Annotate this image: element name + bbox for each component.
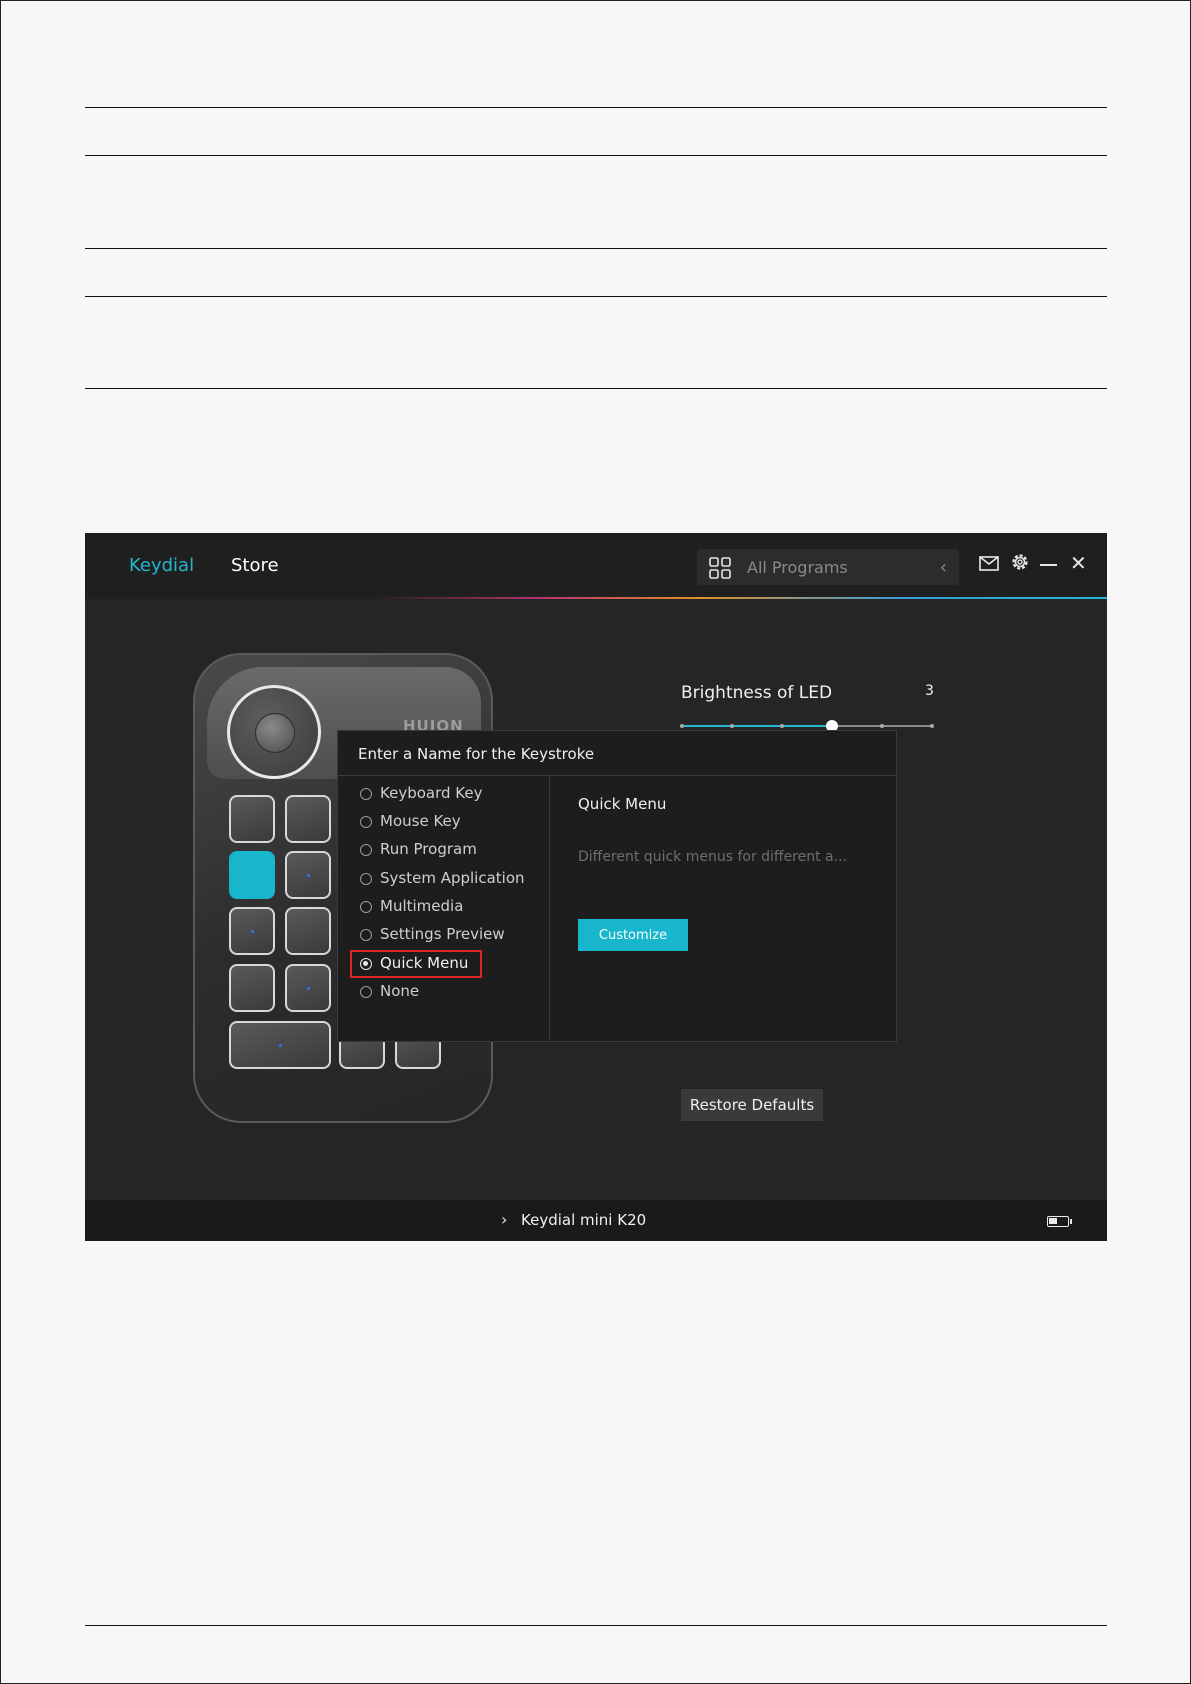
detail-title: Quick Menu xyxy=(578,795,667,813)
table-rule xyxy=(85,296,1107,297)
detail-description: Different quick menus for different a... xyxy=(578,849,847,865)
device-key[interactable] xyxy=(229,795,275,843)
battery-icon xyxy=(1047,1216,1069,1227)
title-bar: Keydial Store All Programs ‹ ✕ xyxy=(85,533,1107,597)
key-indicator-dot xyxy=(307,987,310,990)
key-indicator-dot xyxy=(307,874,310,877)
dialog-title: Enter a Name for the Keystroke xyxy=(358,745,595,763)
slider-fill xyxy=(682,725,832,727)
dial[interactable] xyxy=(227,685,321,779)
slider-tick xyxy=(780,724,784,728)
tab-store[interactable]: Store xyxy=(231,555,279,576)
option-label: Settings Preview xyxy=(380,925,505,943)
chevron-left-icon[interactable]: ‹ xyxy=(940,557,947,578)
led-brightness-slider[interactable] xyxy=(680,720,934,732)
grid-icon xyxy=(709,557,731,579)
key-indicator-dot xyxy=(279,1044,282,1047)
radio-icon xyxy=(360,816,372,828)
slider-tick xyxy=(930,724,934,728)
keydial-app-window: Keydial Store All Programs ‹ ✕ HUION Bri… xyxy=(85,533,1107,1241)
gear-icon[interactable] xyxy=(1010,552,1030,572)
option-label: Mouse Key xyxy=(380,812,461,830)
restore-defaults-button[interactable]: Restore Defaults xyxy=(681,1089,823,1121)
radio-icon xyxy=(360,929,372,941)
minimize-icon[interactable] xyxy=(1040,564,1057,566)
device-key[interactable] xyxy=(285,795,331,843)
dialog-vertical-divider xyxy=(549,776,550,1042)
option-label: Multimedia xyxy=(380,897,464,915)
device-key[interactable] xyxy=(229,1021,331,1069)
device-key[interactable] xyxy=(229,964,275,1012)
radio-icon xyxy=(360,901,372,913)
status-bar: › Keydial mini K20 xyxy=(85,1200,1107,1241)
tab-keydial[interactable]: Keydial xyxy=(129,555,194,576)
table-rule xyxy=(85,155,1107,156)
device-key[interactable] xyxy=(285,964,331,1012)
radio-icon xyxy=(360,873,372,885)
option-label: Run Program xyxy=(380,840,477,858)
battery-tip xyxy=(1070,1219,1072,1224)
led-brightness-value: 3 xyxy=(925,683,934,699)
slider-tick xyxy=(730,724,734,728)
led-brightness-label: Brightness of LED xyxy=(681,683,833,703)
chevron-right-icon[interactable]: › xyxy=(501,1210,507,1229)
table-rule xyxy=(85,248,1107,249)
device-key[interactable] xyxy=(285,907,331,955)
slider-tick xyxy=(880,724,884,728)
option-label: Keyboard Key xyxy=(380,784,483,802)
slider-tick xyxy=(680,724,684,728)
device-key[interactable] xyxy=(229,907,275,955)
keystroke-dialog: Enter a Name for the Keystroke Keyboard … xyxy=(337,730,897,1042)
table-rule xyxy=(85,388,1107,389)
close-icon[interactable]: ✕ xyxy=(1070,553,1087,573)
dial-center xyxy=(255,713,295,753)
table-rule xyxy=(85,107,1107,108)
radio-icon xyxy=(360,844,372,856)
key-indicator-dot xyxy=(251,930,254,933)
device-key[interactable] xyxy=(229,851,275,899)
accent-line xyxy=(85,597,1107,599)
radio-icon xyxy=(360,986,372,998)
program-selector[interactable]: All Programs ‹ xyxy=(697,549,959,585)
option-label: None xyxy=(380,982,420,1000)
footer-rule xyxy=(85,1625,1107,1626)
device-name[interactable]: Keydial mini K20 xyxy=(521,1211,646,1229)
dialog-divider xyxy=(338,775,896,776)
customize-button[interactable]: Customize xyxy=(578,919,688,951)
program-selector-label: All Programs xyxy=(747,558,848,577)
option-label: System Application xyxy=(380,869,525,887)
selection-highlight-box xyxy=(350,950,482,978)
radio-icon xyxy=(360,788,372,800)
mail-icon[interactable] xyxy=(979,556,999,571)
device-key[interactable] xyxy=(285,851,331,899)
